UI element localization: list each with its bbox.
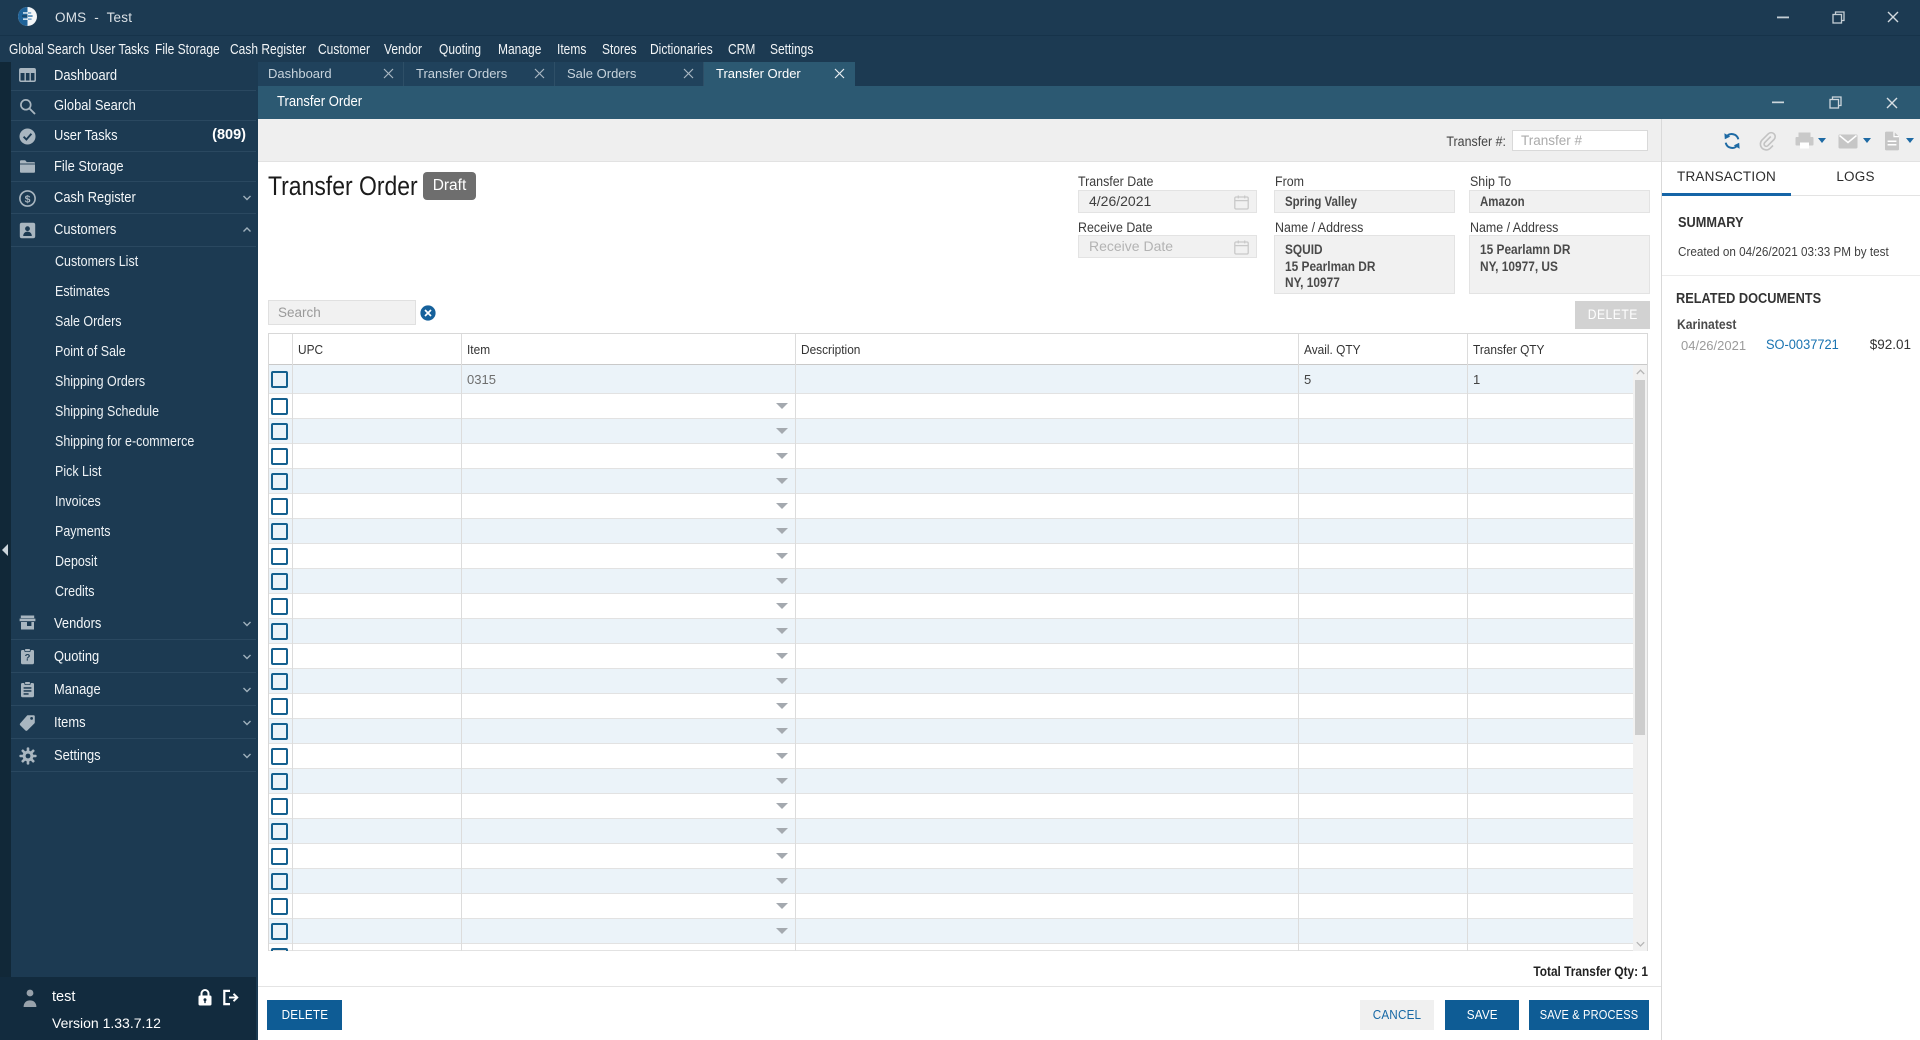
svg-text:$: $ — [25, 193, 31, 205]
svg-text:?: ? — [25, 653, 31, 664]
